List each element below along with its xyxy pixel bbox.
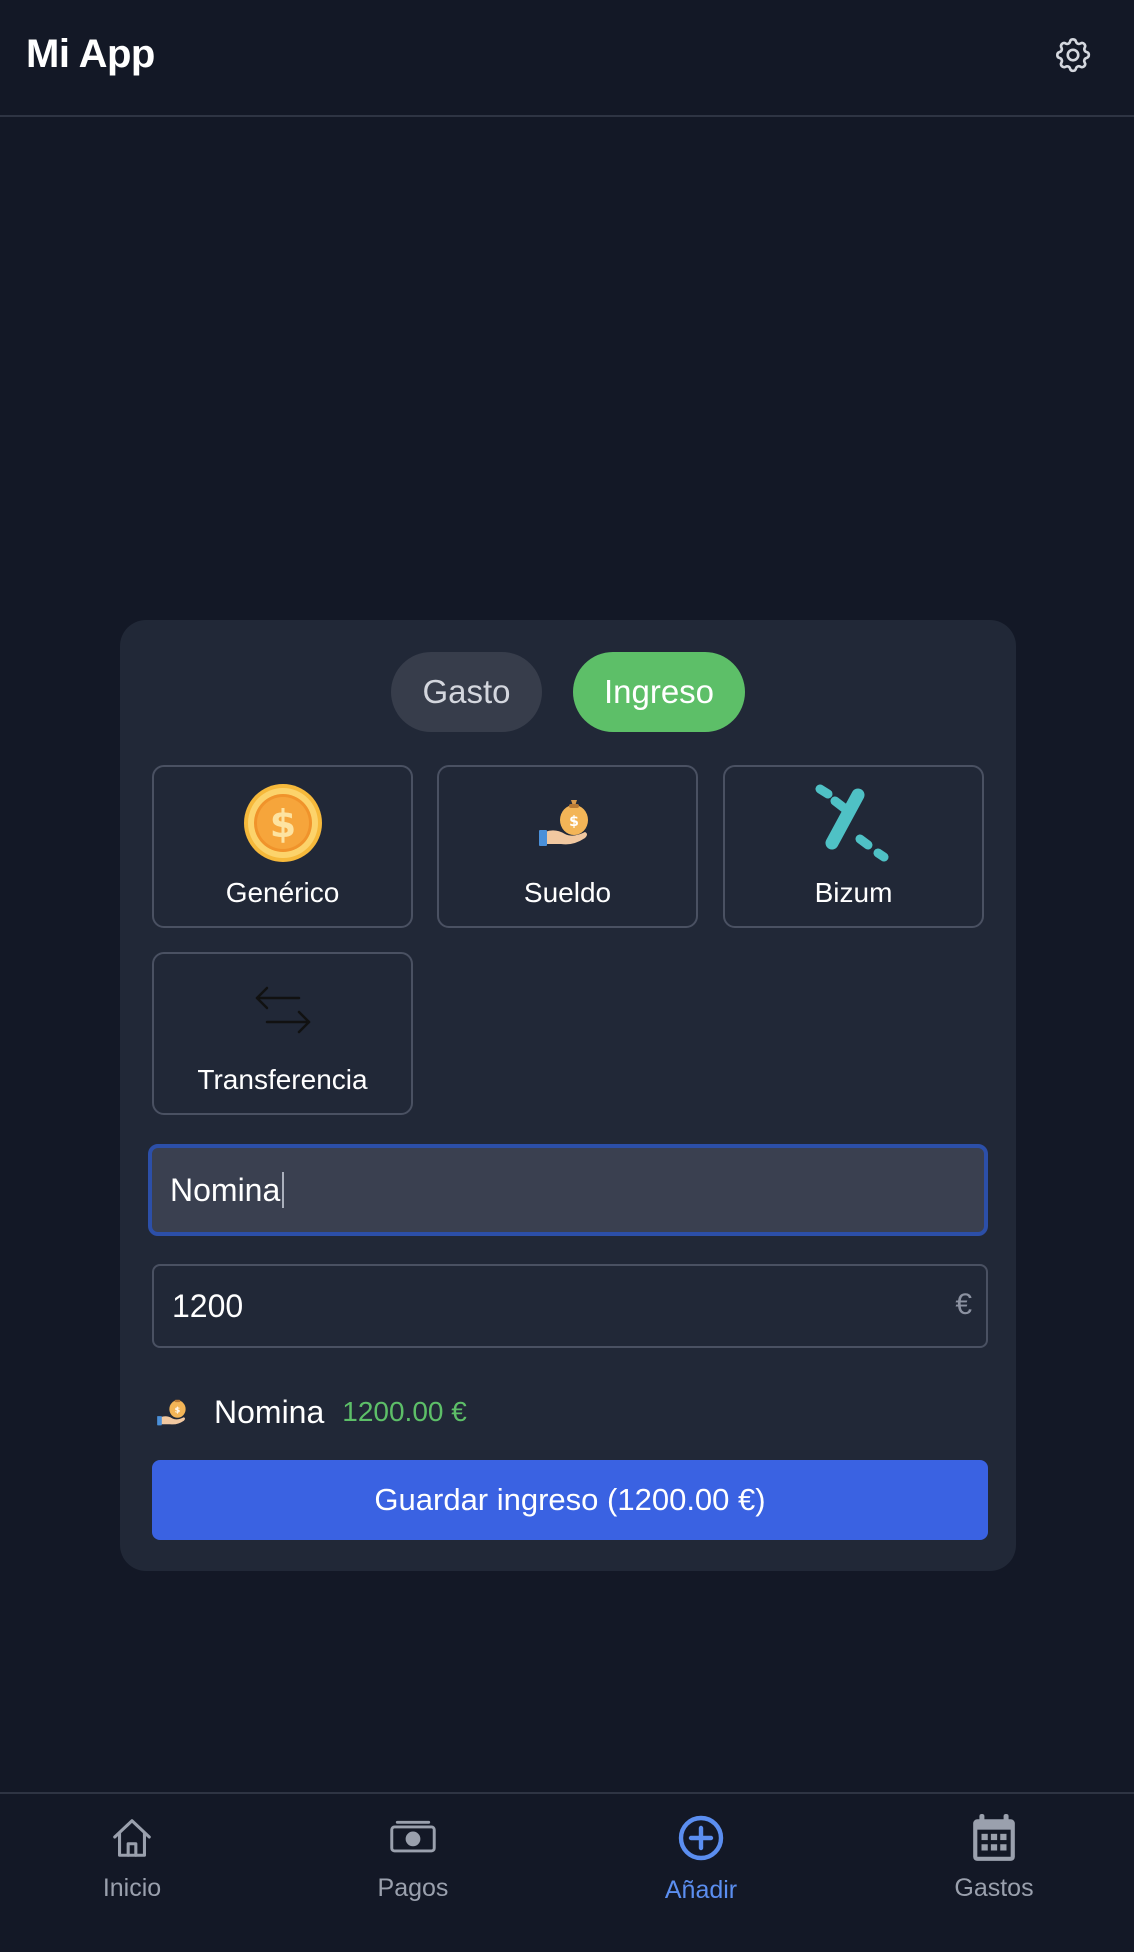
nav-label: Añadir [664,1876,738,1904]
app-title: Mi App [26,32,155,76]
plus-circle-icon [677,1814,725,1862]
transfer-arrows-icon [154,968,411,1052]
money-bag-hand-icon: $ [157,1399,186,1426]
top-bar: Mi App [0,0,1134,117]
type-toggle-ingreso[interactable]: Ingreso [573,652,745,732]
nav-item-inicio[interactable]: Inicio [52,1814,212,1924]
money-bag-hand-icon: $ [439,781,696,865]
svg-text:$: $ [269,802,295,846]
amount-input[interactable]: 1200 € [152,1264,988,1348]
category-bizum[interactable]: Bizum [723,765,984,928]
nav-label: Pagos [377,1874,449,1902]
nav-item-pagos[interactable]: Pagos [333,1814,493,1924]
preview-name: Nomina [214,1393,325,1430]
nav-item-anadir[interactable]: Añadir [621,1814,781,1924]
category-generico[interactable]: $ Genérico [152,765,413,928]
description-value: Nomina [170,1171,281,1208]
home-icon [108,1814,156,1862]
banknote-icon [389,1814,437,1862]
category-label: Genérico [225,877,340,908]
type-toggle-gasto[interactable]: Gasto [391,652,542,732]
save-income-button[interactable]: Guardar ingreso (1200.00 €) [152,1460,988,1540]
transaction-preview: $ Nomina 1200.00 € [156,1382,467,1442]
bizum-logo-icon [725,781,982,865]
calendar-icon [970,1814,1018,1862]
svg-text:$: $ [175,1405,181,1415]
nav-item-gastos[interactable]: Gastos [914,1814,1074,1924]
preview-amount: 1200.00 € [342,1396,467,1427]
category-label: Transferencia [197,1064,368,1095]
category-transferencia[interactable]: Transferencia [152,952,413,1115]
gear-icon [1055,37,1091,73]
bottom-nav: Inicio Pagos Añadir Gastos [0,1792,1134,1950]
nav-label: Inicio [102,1874,162,1902]
nav-label: Gastos [954,1874,1034,1902]
text-caret [282,1172,285,1208]
app-root: Mi App Gasto Ingreso $ Genérico $ Sueldo… [0,0,1134,1952]
category-label: Bizum [814,877,893,908]
settings-button[interactable] [1050,32,1096,78]
add-transaction-card: Gasto Ingreso $ Genérico $ Sueldo Bizum … [120,620,1016,1571]
svg-text:$: $ [569,814,579,830]
coin-icon: $ [154,781,411,865]
amount-value: 1200 [172,1287,244,1324]
category-sueldo[interactable]: $ Sueldo [437,765,698,928]
description-input[interactable]: Nomina [148,1144,988,1236]
category-label: Sueldo [523,877,612,908]
currency-symbol: € [955,1288,972,1321]
